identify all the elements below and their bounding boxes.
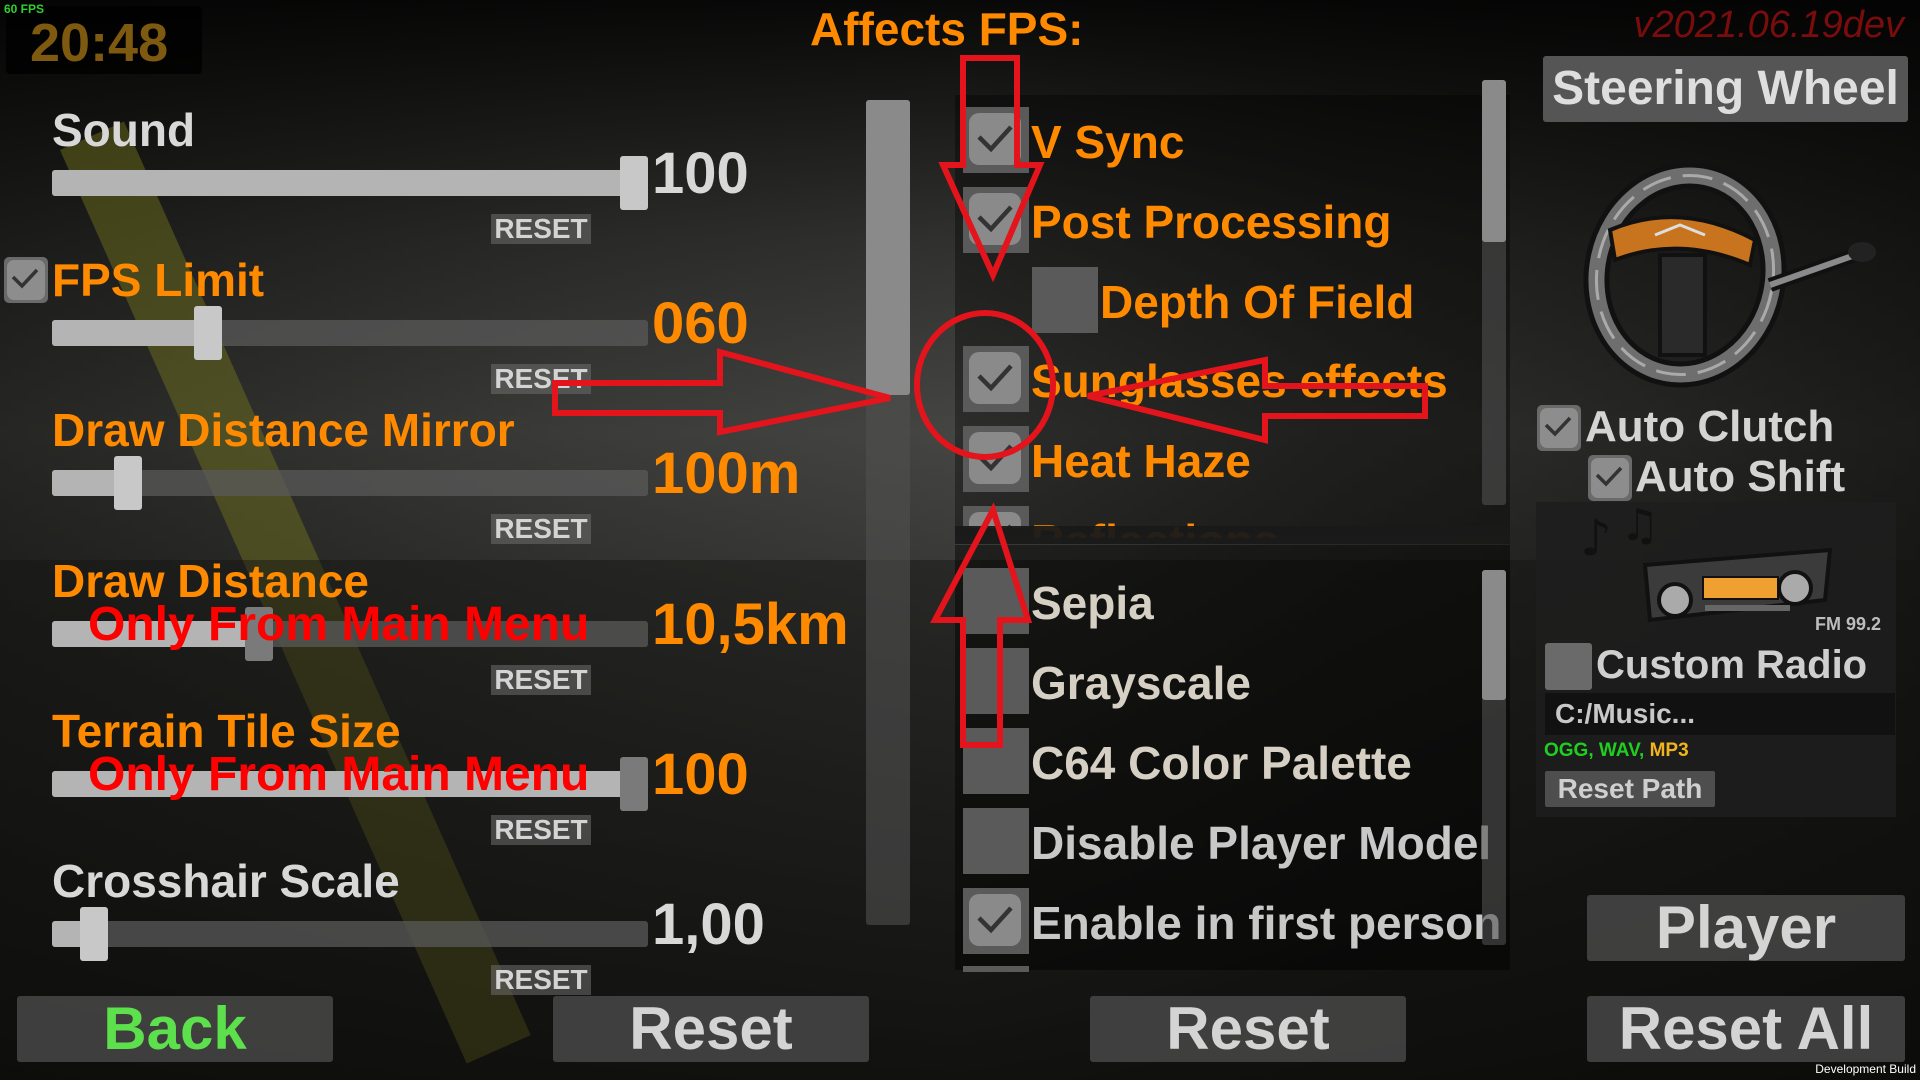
fps-counter: 60 FPS: [4, 2, 45, 16]
format-wav: WAV,: [1598, 740, 1645, 761]
clock-time: 20:48: [30, 13, 169, 73]
setting-value: 10,5km: [652, 592, 849, 657]
steering-wheel-button[interactable]: Steering Wheel: [1543, 56, 1908, 122]
filter-option-label: Disable Player Model: [1031, 817, 1492, 869]
filter-option-label: Enable in first person: [1031, 897, 1502, 949]
checkmark-icon: [1595, 466, 1623, 487]
player-button[interactable]: Player: [1587, 895, 1905, 961]
setting-reset-button[interactable]: RESET: [491, 965, 591, 995]
arrow-right-annotation: [552, 348, 891, 436]
affects-fps-heading: Affects FPS:: [810, 3, 1084, 55]
setting-value: 060: [652, 291, 749, 356]
setting-label: Crosshair Scale: [52, 855, 400, 907]
graphics-option-checkbox[interactable]: [963, 346, 1029, 412]
graphics-option-label: Sunglasses effects: [1031, 355, 1448, 407]
development-build-label: Development Build: [1815, 1062, 1916, 1076]
graphics-option-checkbox[interactable]: [963, 187, 1029, 253]
filter-option-checkbox[interactable]: [963, 966, 1029, 972]
fps-limit-checkbox[interactable]: [4, 257, 48, 303]
setting-reset-button[interactable]: RESET: [491, 364, 591, 394]
slider-handle[interactable]: [620, 156, 648, 210]
main-menu-only-note: Only From Main Menu: [88, 748, 590, 801]
filter-option-label: C64 Color Palette: [1031, 737, 1412, 789]
auto-shift-checkbox[interactable]: [1588, 455, 1632, 501]
format-mp3: MP3: [1649, 740, 1689, 761]
slider-handle[interactable]: [80, 907, 108, 961]
checkmark-icon: [11, 268, 39, 289]
graphics-option-checkbox[interactable]: [963, 107, 1029, 173]
filter-option-checkbox[interactable]: [963, 888, 1029, 954]
filter-option-label: Grayscale: [1031, 657, 1251, 709]
filter-option-checkbox[interactable]: [963, 568, 1029, 634]
reset-graphics-button[interactable]: Reset: [1090, 996, 1406, 1062]
supported-formats: OGG, WAV, MP3: [1544, 740, 1689, 762]
filter-option-label: Sepia: [1031, 577, 1154, 629]
steering-wheel-icon: [1583, 162, 1876, 388]
reset-path-button[interactable]: Reset Path: [1545, 771, 1715, 807]
list-divider: [955, 526, 1510, 544]
setting-slider[interactable]: [52, 907, 648, 961]
checkmark-icon: [1544, 416, 1572, 437]
svg-text:♪: ♪: [1580, 509, 1612, 567]
graphics-scrollbar-handle[interactable]: [1482, 80, 1506, 242]
setting-value: 100: [652, 141, 749, 206]
slider-fill: [52, 320, 208, 346]
graphics-option-label: Heat Haze: [1031, 435, 1251, 487]
setting-slider[interactable]: [52, 156, 648, 210]
graphics-option-checkbox[interactable]: [963, 506, 1029, 528]
auto-clutch-label: Auto Clutch: [1585, 402, 1835, 451]
graphics-option-checkbox[interactable]: [1032, 267, 1098, 333]
settings-scrollbar[interactable]: [866, 100, 910, 925]
svg-text:♫: ♫: [1620, 505, 1659, 551]
slider-handle[interactable]: [114, 456, 142, 510]
auto-shift-label: Auto Shift: [1635, 452, 1846, 501]
checkmark-icon: [977, 205, 1013, 233]
filter-option-checkbox[interactable]: [963, 728, 1029, 794]
setting-reset-button[interactable]: RESET: [491, 665, 591, 695]
setting-value: 100: [652, 742, 749, 807]
reset-all-button[interactable]: Reset All: [1587, 996, 1905, 1062]
filter-scrollbar-handle[interactable]: [1482, 570, 1506, 700]
version-label: v2021.06.19dev: [1633, 4, 1904, 46]
setting-reset-button[interactable]: RESET: [491, 214, 591, 244]
setting-label: Draw Distance Mirror: [52, 404, 515, 456]
custom-radio-checkbox[interactable]: [1545, 643, 1592, 690]
graphics-option-label: Depth Of Field: [1100, 276, 1415, 328]
slider-fill: [52, 170, 634, 196]
main-menu-only-note: Only From Main Menu: [88, 598, 590, 651]
setting-reset-button[interactable]: RESET: [491, 815, 591, 845]
music-path-field[interactable]: C:/Music...: [1545, 693, 1895, 735]
format-ogg: OGG,: [1544, 740, 1594, 761]
custom-radio-label: Custom Radio: [1596, 643, 1868, 687]
setting-slider[interactable]: [52, 306, 648, 360]
car-radio-icon: ♪ ♫: [1580, 505, 1833, 623]
setting-label: FPS Limit: [52, 254, 265, 306]
setting-slider[interactable]: [52, 456, 648, 510]
graphics-option-label: V Sync: [1031, 116, 1185, 168]
auto-clutch-checkbox[interactable]: [1537, 405, 1581, 451]
checkmark-icon: [977, 364, 1013, 392]
filter-scrollbar[interactable]: [1482, 570, 1506, 945]
checkmark-icon: [977, 906, 1013, 934]
graphics-option-checkbox[interactable]: [963, 426, 1029, 492]
slider-handle: [620, 757, 648, 811]
reset-settings-button[interactable]: Reset: [553, 996, 869, 1062]
setting-reset-button[interactable]: RESET: [491, 514, 591, 544]
setting-label: Sound: [52, 104, 196, 156]
graphics-option-label: Post Processing: [1031, 196, 1392, 248]
filter-option-checkbox[interactable]: [963, 808, 1029, 874]
setting-value: 1,00: [652, 892, 765, 957]
setting-value: 100m: [652, 441, 801, 506]
checkmark-icon: [977, 125, 1013, 153]
graphics-scrollbar[interactable]: [1482, 80, 1506, 505]
music-path-value: C:/Music...: [1555, 698, 1696, 729]
slider-handle[interactable]: [194, 306, 222, 360]
back-button[interactable]: Back: [17, 996, 333, 1062]
settings-scrollbar-handle[interactable]: [866, 100, 910, 395]
clock-panel: 20:48: [6, 6, 202, 74]
filter-option-checkbox[interactable]: [963, 648, 1029, 714]
checkmark-icon: [977, 444, 1013, 472]
radio-station-label: FM 99.2: [1815, 614, 1882, 634]
